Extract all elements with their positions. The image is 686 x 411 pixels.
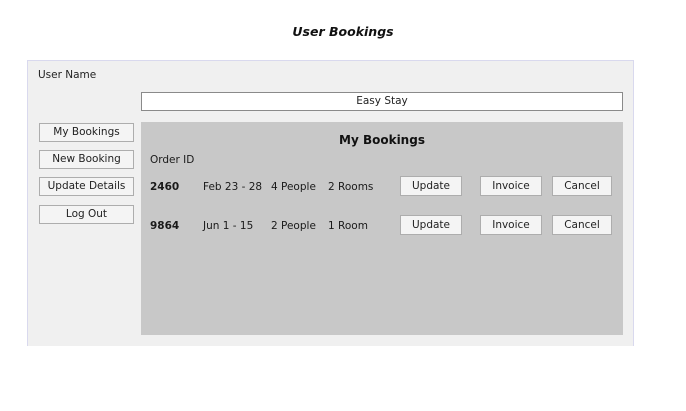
log-out-button[interactable]: Log Out [39, 205, 134, 224]
update-details-button[interactable]: Update Details [39, 177, 134, 196]
my-bookings-button[interactable]: My Bookings [39, 123, 134, 142]
new-booking-button[interactable]: New Booking [39, 150, 134, 169]
page-title: User Bookings [292, 24, 394, 39]
bookings-panel: My Bookings Order ID 2460 Feb 23 - 28 4 … [141, 122, 623, 335]
invoice-button[interactable]: Invoice [480, 176, 542, 196]
booking-dates: Feb 23 - 28 [203, 181, 263, 193]
booking-people: 4 People [271, 181, 316, 193]
order-id-header: Order ID [150, 154, 195, 166]
cancel-button[interactable]: Cancel [552, 215, 612, 235]
update-button[interactable]: Update [400, 215, 462, 235]
app-window: User Name Easy Stay My Bookings New Book… [27, 60, 634, 346]
panel-title: My Bookings [339, 133, 425, 147]
invoice-button[interactable]: Invoice [480, 215, 542, 235]
cancel-button[interactable]: Cancel [552, 176, 612, 196]
booking-rooms: 2 Rooms [328, 181, 374, 193]
booking-rooms: 1 Room [328, 220, 368, 232]
order-id: 2460 [150, 181, 180, 193]
user-name-label: User Name [38, 69, 97, 81]
update-button[interactable]: Update [400, 176, 462, 196]
order-id: 9864 [150, 220, 180, 232]
hotel-name-field[interactable]: Easy Stay [141, 92, 623, 111]
booking-dates: Jun 1 - 15 [203, 220, 254, 232]
booking-people: 2 People [271, 220, 316, 232]
